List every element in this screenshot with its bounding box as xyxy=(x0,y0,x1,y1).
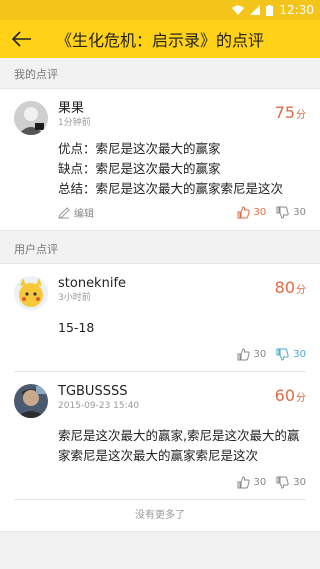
score-value: 80 xyxy=(274,278,295,297)
my-review: 果果 1分钟前 75分 优点：索尼是这次最大的赢家 缺点：索尼是这次最大的赢家 … xyxy=(0,89,320,230)
reviewer-name[interactable]: TGBUSSSS xyxy=(58,384,306,400)
thumbs-down-icon xyxy=(276,206,289,219)
like-count: 30 xyxy=(253,207,267,218)
user-review: stoneknife 3小时前 80分 15-18 30 30 xyxy=(0,264,320,371)
like-button[interactable]: 30 xyxy=(237,476,267,489)
dislike-button[interactable]: 30 xyxy=(276,476,306,489)
dislike-count: 30 xyxy=(293,207,306,218)
dislike-button[interactable]: 30 xyxy=(276,348,306,361)
review-text: 优点：索尼是这次最大的赢家 缺点：索尼是这次最大的赢家 总结：索尼是这次最大的赢… xyxy=(58,139,306,199)
section-label-users: 用户点评 xyxy=(14,243,58,256)
score-value: 75 xyxy=(274,103,295,122)
edit-label: 编辑 xyxy=(74,209,94,220)
section-label-mine: 我的点评 xyxy=(14,68,58,81)
no-more-label: 没有更多了 xyxy=(14,499,306,531)
review-time: 1分钟前 xyxy=(58,118,91,128)
thumbs-up-icon xyxy=(237,476,250,489)
avatar[interactable] xyxy=(14,101,48,135)
score-value: 60 xyxy=(274,386,295,405)
avatar[interactable] xyxy=(14,276,48,310)
review-actions: 30 30 xyxy=(58,476,306,489)
status-bar: 12:30 xyxy=(0,0,320,20)
score-unit: 分 xyxy=(296,110,306,121)
review-actions: 30 30 xyxy=(58,348,306,361)
review-score: 80分 xyxy=(275,278,306,297)
my-review-card: 果果 1分钟前 75分 优点：索尼是这次最大的赢家 缺点：索尼是这次最大的赢家 … xyxy=(0,88,320,231)
review-time: 3小时前 xyxy=(58,293,91,303)
like-count: 30 xyxy=(253,349,267,360)
review-cons: 缺点：索尼是这次最大的赢家 xyxy=(58,161,221,176)
back-button[interactable] xyxy=(0,20,44,58)
review-text: 15-18 xyxy=(58,320,95,335)
thumbs-down-icon xyxy=(276,348,289,361)
dislike-count: 30 xyxy=(293,477,306,488)
like-button[interactable]: 30 xyxy=(237,348,267,361)
battery-icon xyxy=(266,4,274,16)
reviewer-name[interactable]: 果果 xyxy=(58,101,306,117)
dislike-button[interactable]: 30 xyxy=(276,206,306,219)
thumbs-up-icon xyxy=(237,348,250,361)
reviewer-name[interactable]: stoneknife xyxy=(58,276,306,292)
thumbs-up-icon xyxy=(237,206,250,219)
back-arrow-icon xyxy=(12,31,31,47)
user-review: TGBUSSSS 2015-09-23 15:40 60分 索尼是这次最大的赢家… xyxy=(14,371,306,499)
review-score: 60分 xyxy=(275,386,306,405)
edit-button[interactable]: 编辑 xyxy=(58,205,94,220)
review-summary: 总结：索尼是这次最大的赢家索尼是这次 xyxy=(58,181,284,196)
review-pros: 优点：索尼是这次最大的赢家 xyxy=(58,141,221,156)
like-count: 30 xyxy=(253,477,267,488)
review-time: 2015-09-23 15:40 xyxy=(58,401,140,411)
pencil-icon xyxy=(58,206,70,219)
app-bar: 《生化危机：启示录》的点评 xyxy=(0,20,320,58)
score-unit: 分 xyxy=(296,393,306,404)
thumbs-down-icon xyxy=(276,476,289,489)
signal-icon xyxy=(250,5,261,15)
like-button[interactable]: 30 xyxy=(237,206,267,219)
user-reviews-card: stoneknife 3小时前 80分 15-18 30 30 TGBUSSSS… xyxy=(0,263,320,532)
review-text: 索尼是这次最大的赢家,索尼是这次最大的赢家索尼是这次最大的赢家索尼是这次 xyxy=(58,428,300,463)
review-score: 75分 xyxy=(275,103,306,122)
page-title: 《生化危机：启示录》的点评 xyxy=(56,31,265,50)
review-actions: 编辑 30 30 xyxy=(58,205,306,220)
avatar[interactable] xyxy=(14,384,48,418)
status-time: 12:30 xyxy=(279,3,314,17)
score-unit: 分 xyxy=(296,285,306,296)
wifi-icon xyxy=(232,5,245,15)
dislike-count: 30 xyxy=(293,349,306,360)
